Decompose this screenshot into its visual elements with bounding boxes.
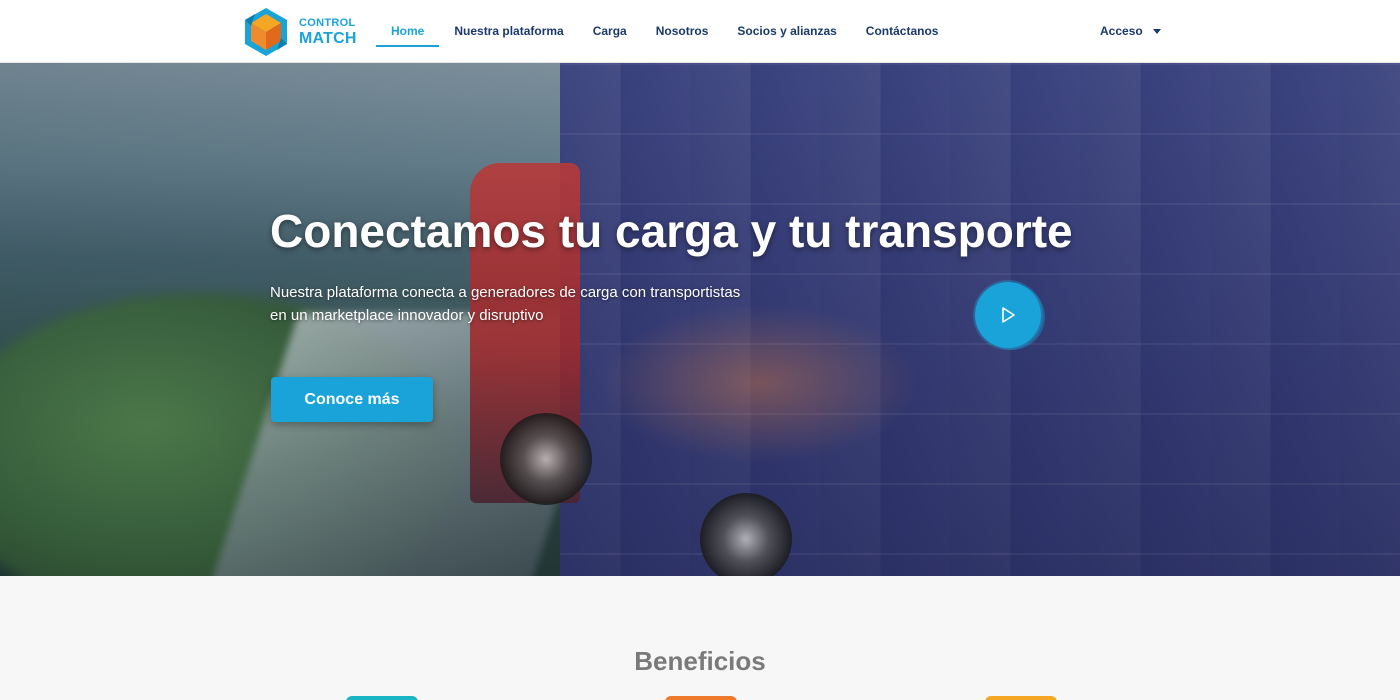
nav-carga[interactable]: Carga [593,0,627,62]
nav-nuestra-plataforma[interactable]: Nuestra plataforma [454,0,563,62]
hero-truck-wheel [700,493,792,576]
main-nav: Home Nuestra plataforma Carga Nosotros S… [376,0,967,62]
logo-text-control: CONTROL [299,16,356,29]
benefits-title: Beneficios [634,646,766,676]
play-video-button[interactable] [975,282,1041,348]
play-icon [1002,307,1015,323]
conoce-mas-button[interactable]: Conoce más [271,377,433,422]
nav-contactanos[interactable]: Contáctanos [866,0,939,62]
nav-socios-alianzas[interactable]: Socios y alianzas [737,0,836,62]
hero-subtitle-line2: en un marketplace innovador y disruptivo [270,307,544,324]
benefit-icon-yellow [985,696,1057,700]
hero-subtitle-line1: Nuestra plataforma conecta a generadores… [270,284,741,301]
benefit-icon-teal [346,696,418,700]
caret-down-icon [1152,28,1161,34]
logo-text-match: MATCH [299,29,357,47]
hero-subtitle: Nuestra plataforma conecta a generadores… [270,281,770,327]
logo-cube-icon [245,8,287,56]
hero-banner: Conectamos tu carga y tu transporte Nues… [0,63,1400,576]
hero-light-glow [600,303,920,463]
nav-home[interactable]: Home [376,0,440,62]
site-header: CONTROL MATCH Home Nuestra plataforma Ca… [0,0,1400,63]
hero-truck-wheel [500,413,592,505]
logo[interactable]: CONTROL MATCH [241,6,357,58]
hero-title: Conectamos tu carga y tu transporte [270,205,1073,257]
access-label: Acceso [1100,24,1143,38]
benefit-icon-orange [665,696,737,700]
nav-nosotros[interactable]: Nosotros [656,0,709,62]
benefits-section: Beneficios [0,576,1400,700]
access-dropdown[interactable]: Acceso [1100,0,1161,62]
